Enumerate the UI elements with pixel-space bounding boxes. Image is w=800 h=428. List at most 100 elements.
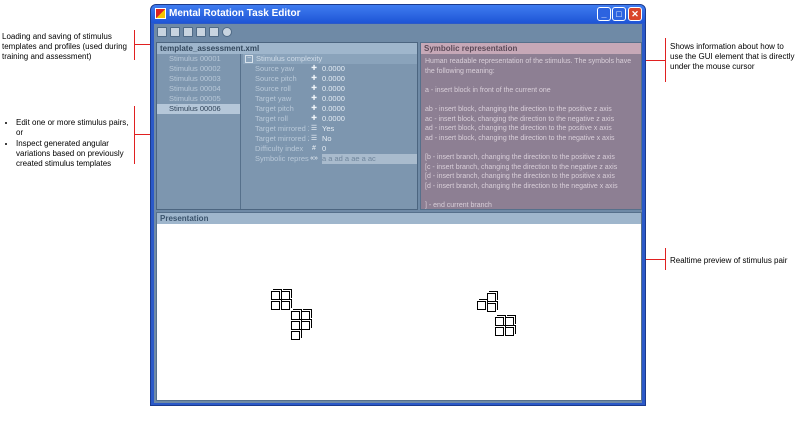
property-name: Source roll — [255, 84, 291, 93]
maximize-button[interactable]: □ — [612, 7, 626, 21]
cube-block — [495, 327, 504, 336]
property-value[interactable]: 0.0000 — [322, 94, 345, 104]
cube-block — [291, 331, 300, 340]
help-line: ] - end current branch — [425, 201, 492, 209]
property-value[interactable]: 0.0000 — [322, 84, 345, 94]
cube-block — [477, 301, 486, 310]
cube-block — [291, 311, 300, 320]
help-line: ad - insert block, changing the directio… — [425, 125, 612, 133]
property-name: Target mirrored Z — [255, 134, 309, 143]
cube-block — [271, 301, 280, 310]
cube-block — [495, 317, 504, 326]
numeric-icon: ✚ — [311, 85, 317, 92]
property-row[interactable]: Target yaw ✚ 0.0000 — [243, 94, 417, 104]
help-line — [425, 95, 637, 105]
property-row[interactable]: Target mirrored Z ☰ No — [243, 134, 417, 144]
text-icon: «» — [310, 155, 318, 162]
annotation-pointer — [134, 106, 135, 164]
property-grid: − Stimulus complexity Source yaw ✚ 0.0000… — [243, 54, 417, 209]
property-value[interactable]: 0.0000 — [322, 64, 345, 74]
stimulus-list-item[interactable]: Stimulus 00004 — [157, 84, 240, 94]
cube-block — [487, 303, 496, 312]
stimulus-list-item-selected[interactable]: Stimulus 00006 — [157, 104, 240, 114]
list-icon: ☰ — [310, 125, 318, 132]
client-area: template_assessment.xml Stimulus 00001 S… — [154, 24, 642, 403]
property-value[interactable]: Yes — [322, 124, 334, 134]
annotation-loading-text: Loading and saving of stimulus templates… — [2, 32, 127, 61]
property-name: Target roll — [255, 114, 288, 123]
copy-icon[interactable] — [196, 27, 206, 37]
symbolic-representation-field[interactable]: a a ad a ae a ac — [322, 154, 417, 164]
cube-block — [301, 311, 310, 320]
property-name: Target mirrored X — [255, 124, 309, 133]
numeric-icon: ✚ — [311, 65, 317, 72]
stimulus-list-item[interactable]: Stimulus 00002 — [157, 64, 240, 74]
help-line: [b - insert branch, changing the directi… — [425, 153, 615, 161]
numeric-icon: ✚ — [311, 105, 317, 112]
annotation-loading: Loading and saving of stimulus templates… — [2, 32, 130, 62]
presentation-panel: Presentation — [156, 212, 642, 401]
property-row[interactable]: Target mirrored X ☰ Yes — [243, 124, 417, 134]
help-line — [425, 76, 637, 86]
property-value[interactable]: 0.0000 — [322, 114, 345, 124]
property-name: Target yaw — [255, 94, 292, 103]
save-icon[interactable] — [183, 27, 193, 37]
cube-block — [505, 327, 514, 336]
minimize-button[interactable]: _ — [597, 7, 611, 21]
property-row[interactable]: Target pitch ✚ 0.0000 — [243, 104, 417, 114]
help-panel-title: Symbolic representation — [421, 43, 641, 54]
annotation-info-text: Shows information about how to use the G… — [670, 42, 795, 71]
stimulus-list-item[interactable]: Stimulus 00005 — [157, 94, 240, 104]
cube-block — [281, 291, 290, 300]
property-category-label: Stimulus complexity — [256, 54, 323, 63]
close-button[interactable]: ✕ — [628, 7, 642, 21]
property-category[interactable]: − Stimulus complexity — [243, 54, 417, 64]
property-value[interactable]: 0.0000 — [322, 74, 345, 84]
new-icon[interactable] — [157, 27, 167, 37]
annotation-pointer — [665, 38, 666, 82]
help-panel: Symbolic representation Human readable r… — [420, 42, 642, 210]
property-row[interactable]: Source pitch ✚ 0.0000 — [243, 74, 417, 84]
help-line: a - insert block in front of the current… — [425, 86, 551, 94]
app-icon — [155, 8, 166, 19]
list-icon: ☰ — [310, 135, 318, 142]
annotation-pointer — [665, 248, 666, 270]
help-line — [425, 143, 637, 153]
property-row[interactable]: Difficulty index #0 — [243, 144, 417, 154]
help-text: Human readable representation of the sti… — [421, 54, 641, 214]
property-name: Symbolic represent — [255, 154, 309, 163]
numeric-icon: ✚ — [311, 95, 317, 102]
help-line — [425, 191, 637, 201]
property-row[interactable]: Symbolic represent «» a a ad a ae a ac — [243, 154, 417, 164]
property-row[interactable]: Target roll ✚ 0.0000 — [243, 114, 417, 124]
template-panel: template_assessment.xml Stimulus 00001 S… — [156, 42, 418, 210]
annotation-preview-text: Realtime preview of stimulus pair — [670, 256, 788, 265]
settings-icon[interactable] — [222, 27, 232, 37]
stimulus-list-item[interactable]: Stimulus 00003 — [157, 74, 240, 84]
property-value[interactable]: 0.0000 — [322, 104, 345, 114]
presentation-title: Presentation — [157, 213, 641, 224]
property-value[interactable]: No — [322, 134, 332, 144]
annotation-pointer — [134, 30, 135, 60]
property-row[interactable]: Source yaw ✚ 0.0000 — [243, 64, 417, 74]
hash-icon: # — [312, 145, 316, 152]
property-row[interactable]: Source roll ✚ 0.0000 — [243, 84, 417, 94]
help-line: [d - insert branch, changing the directi… — [425, 173, 615, 181]
help-line: [d - insert branch, changing the directi… — [425, 182, 618, 190]
app-window: Mental Rotation Task Editor _ □ ✕ templa… — [150, 4, 646, 406]
paste-icon[interactable] — [209, 27, 219, 37]
property-value[interactable]: 0 — [322, 144, 326, 154]
annotation-info: Shows information about how to use the G… — [670, 42, 798, 72]
help-line: ad - insert block, changing the directio… — [425, 134, 615, 142]
screenshot: Loading and saving of stimulus templates… — [0, 0, 800, 428]
template-file-name: template_assessment.xml — [157, 43, 417, 54]
help-line: ab - insert block, changing the directio… — [425, 105, 612, 113]
collapse-icon[interactable]: − — [245, 55, 253, 63]
stimulus-list-item[interactable]: Stimulus 00001 — [157, 54, 240, 64]
property-name: Target pitch — [255, 104, 294, 113]
target-stimulus — [477, 293, 527, 343]
open-icon[interactable] — [170, 27, 180, 37]
title-bar[interactable]: Mental Rotation Task Editor _ □ ✕ — [151, 5, 645, 23]
stimulus-list[interactable]: Stimulus 00001 Stimulus 00002 Stimulus 0… — [157, 54, 241, 209]
cube-block — [505, 317, 514, 326]
